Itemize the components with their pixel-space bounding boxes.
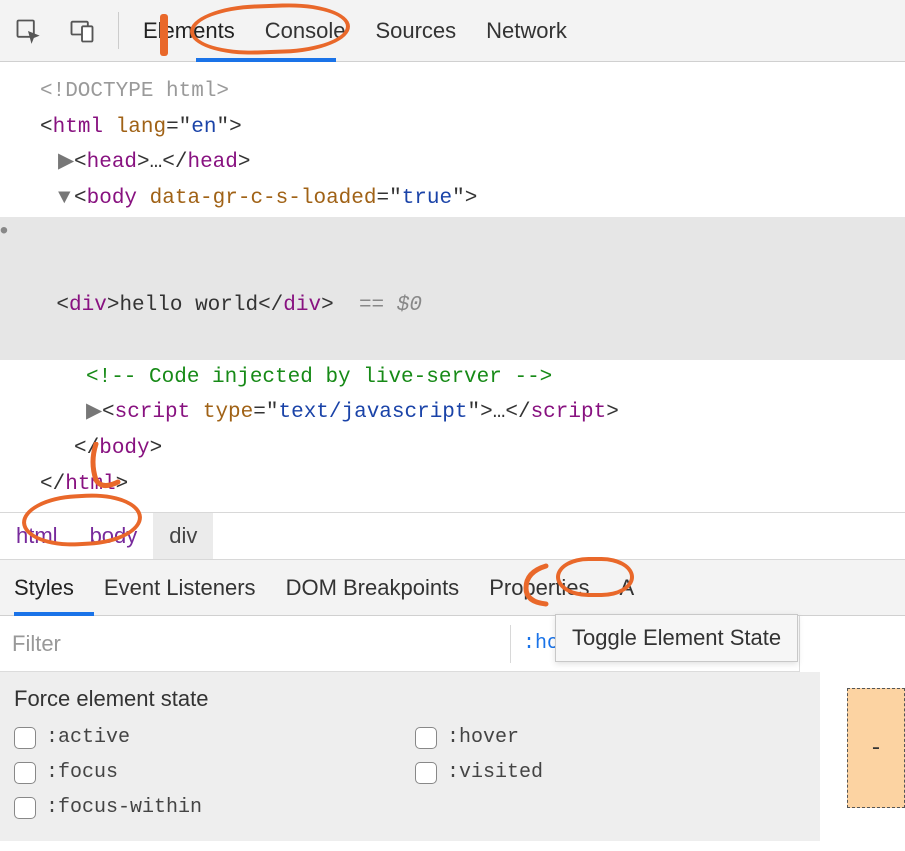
state-active[interactable]: :active [14,726,405,749]
state-hover[interactable]: :hover [415,726,806,749]
dom-head[interactable]: ▶<head>…</head> [40,145,905,181]
dom-script[interactable]: ▶<script type="text/javascript">…</scrip… [40,395,905,431]
tooltip-toggle-element-state: Toggle Element State [555,614,798,662]
crumb-body[interactable]: body [74,513,154,559]
styles-filter-input[interactable] [0,616,510,671]
tab-console-label: Console [265,18,346,44]
dom-html-close[interactable]: </html> [40,467,905,503]
tab-console[interactable]: Console [259,0,352,61]
dom-html-open[interactable]: <html lang="en"> [40,110,905,146]
state-focus-within[interactable]: :focus-within [14,796,405,819]
tab-sources[interactable]: Sources [369,0,462,61]
tab-sources-label: Sources [375,18,456,44]
tab-properties[interactable]: Properties [489,575,589,601]
inspect-element-icon[interactable] [10,13,46,49]
devtools-toolbar: Elements Console Sources Network [0,0,905,62]
state-visited[interactable]: :visited [415,761,806,784]
checkbox-icon[interactable] [14,762,36,784]
tab-elements[interactable]: Elements [137,0,241,61]
checkbox-icon[interactable] [14,727,36,749]
ellipsis-icon[interactable]: ••• [0,221,11,245]
force-element-state-panel: Force element state :active :hover :focu… [0,672,820,841]
tab-network[interactable]: Network [480,0,573,61]
tab-dom-breakpoints[interactable]: DOM Breakpoints [286,575,460,601]
checkbox-icon[interactable] [415,762,437,784]
breadcrumb: html body div [0,512,905,560]
device-toggle-icon[interactable] [64,13,100,49]
force-state-title: Force element state [14,686,806,712]
styles-underline [14,612,94,616]
dom-comment[interactable]: <!-- Code injected by live-server --> [40,360,905,396]
tab-event-listeners[interactable]: Event Listeners [104,575,256,601]
dom-div-selected[interactable]: ••• <div>hello world</div> == $0 [0,217,905,360]
crumb-html[interactable]: html [0,513,74,559]
dom-tree[interactable]: <!DOCTYPE html> <html lang="en"> ▶<head>… [0,62,905,512]
tab-elements-label: Elements [143,18,235,44]
checkbox-icon[interactable] [415,727,437,749]
tab-styles[interactable]: Styles [14,575,74,601]
checkbox-icon[interactable] [14,797,36,819]
tab-network-label: Network [486,18,567,44]
dom-body-open[interactable]: ▼<body data-gr-c-s-loaded="true"> [40,181,905,217]
state-focus[interactable]: :focus [14,761,405,784]
dom-body-close[interactable]: </body> [40,431,905,467]
styles-pane-tabs: Styles Event Listeners DOM Breakpoints P… [0,560,905,616]
box-model-fragment: - [847,688,905,808]
tab-truncated[interactable]: A [619,575,634,601]
dom-doctype[interactable]: <!DOCTYPE html> [40,74,905,110]
crumb-div[interactable]: div [153,513,213,559]
